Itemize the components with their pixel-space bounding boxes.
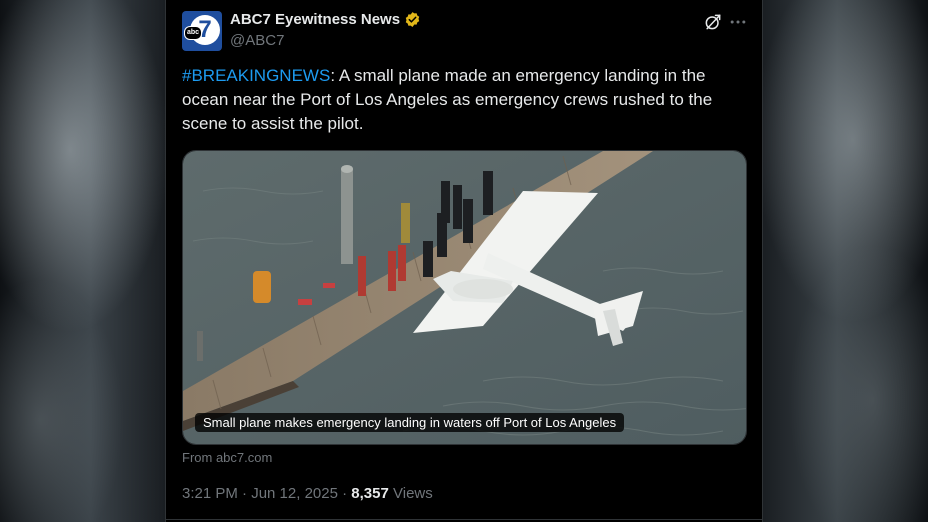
verified-badge-icon bbox=[405, 12, 420, 27]
post-timestamp[interactable]: 3:21 PM · Jun 12, 2025 bbox=[182, 485, 338, 502]
media-card[interactable]: Small plane makes emergency landing in w… bbox=[182, 150, 747, 445]
abc-network-badge: abc bbox=[184, 26, 202, 40]
avatar[interactable]: 7 abc bbox=[182, 11, 222, 51]
post-text: #BREAKINGNEWS: A small plane made an eme… bbox=[182, 64, 742, 136]
view-count: 8,357 bbox=[351, 485, 389, 502]
video-caption: Small plane makes emergency landing in w… bbox=[195, 413, 625, 432]
blurred-backdrop-left bbox=[0, 0, 165, 522]
more-options-icon[interactable] bbox=[728, 12, 748, 32]
author-name-row[interactable]: ABC7 Eyewitness News bbox=[230, 11, 421, 28]
author-display-name[interactable]: ABC7 Eyewitness News bbox=[230, 11, 400, 28]
news-video-frame bbox=[183, 151, 746, 444]
grok-icon[interactable] bbox=[703, 12, 723, 32]
meta-separator: · bbox=[342, 485, 348, 502]
hashtag-link[interactable]: #BREAKINGNEWS bbox=[182, 66, 330, 85]
divider bbox=[166, 519, 762, 520]
post-card: 7 abc ABC7 Eyewitness News @ABC7 #BREAKI… bbox=[165, 0, 763, 522]
blurred-backdrop-right bbox=[763, 0, 928, 522]
author-handle[interactable]: @ABC7 bbox=[230, 32, 284, 49]
source-link[interactable]: From abc7.com bbox=[182, 450, 272, 465]
views-label: Views bbox=[393, 485, 433, 502]
post-meta: 3:21 PM · Jun 12, 2025 · 8,357 Views bbox=[182, 485, 433, 502]
